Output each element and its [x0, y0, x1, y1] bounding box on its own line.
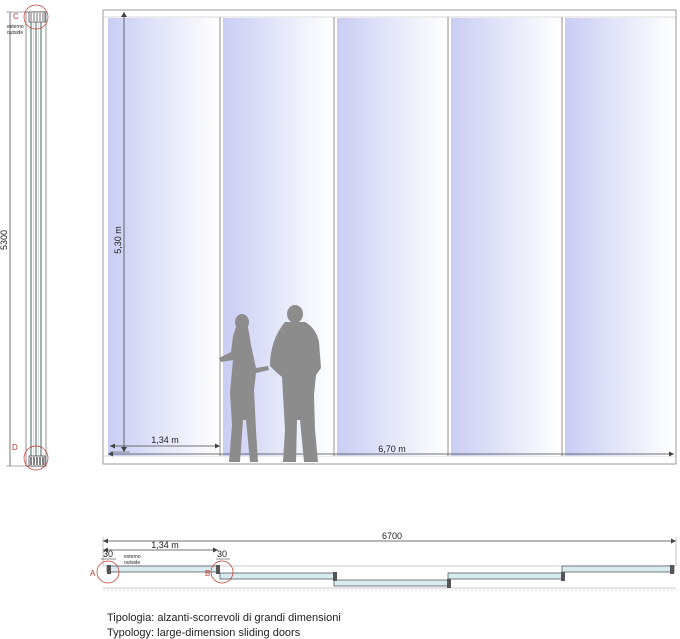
detail-marker-d: D [12, 443, 18, 452]
detail-marker-a: A [90, 569, 96, 578]
elevation-panel-5 [565, 18, 674, 456]
plan-panel-4 [447, 572, 565, 580]
plan-panel-5 [561, 565, 675, 573]
elevation-panel-3 [337, 17, 449, 456]
elevation-panel-4 [451, 17, 563, 456]
plan-panel-1 [106, 565, 218, 573]
typology-caption-it: Tipologia: alzanti-scorrevoli di grandi … [107, 612, 341, 624]
plan-view: 6700 1,34 m 30 30 esterno outside A B [90, 531, 677, 591]
plan-total-width: 6700 [382, 531, 402, 541]
detail-marker-c: C [13, 12, 19, 21]
total-width-dim-label: 6,70 m [378, 444, 406, 454]
detail-marker-b: B [205, 569, 210, 578]
plan-frame-a: 30 [103, 549, 113, 559]
side-outside-label-en: outside [7, 30, 23, 36]
plan-panel-3 [333, 579, 451, 587]
technical-drawing: 5300 C D esterno outside 5,30 m 1,34 m 6… [0, 4, 677, 591]
panel-width-dim-label: 1,34 m [151, 435, 179, 445]
side-height-label: 5300 [0, 230, 9, 250]
side-section: 5300 C D esterno outside [0, 4, 49, 471]
plan-frame-b: 30 [217, 549, 227, 559]
height-dim-label: 5,30 m [113, 226, 123, 254]
typology-caption-en: Typology: large-dimension sliding doors [107, 627, 301, 639]
plan-panel-2 [219, 572, 337, 580]
elevation-panel-1 [108, 17, 221, 456]
plan-outside-label-en: outside [124, 560, 140, 566]
elevation-view: 5,30 m 1,34 m 6,70 m [102, 9, 677, 465]
plan-panel-width: 1,34 m [151, 540, 179, 550]
